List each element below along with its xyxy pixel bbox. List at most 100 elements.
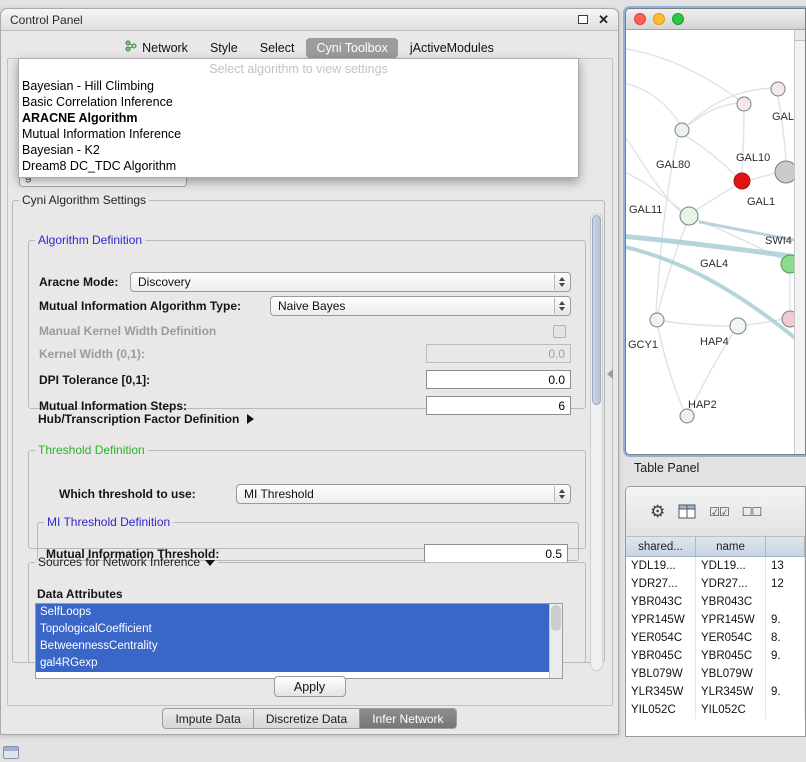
algorithm-option[interactable]: Bayesian - K2 bbox=[19, 142, 578, 158]
table-cell: YER054C bbox=[626, 629, 696, 647]
network-canvas[interactable]: GAL80GAL10GAL11GAL1SWI4GAL4GCY1HAP4HAP2G… bbox=[626, 30, 805, 455]
algorithm-option[interactable]: Mutual Information Inference bbox=[19, 126, 578, 142]
mi-type-select[interactable]: Naive Bayes bbox=[270, 296, 571, 316]
network-node[interactable] bbox=[680, 409, 694, 423]
attribute-item[interactable]: SelfLoops bbox=[36, 604, 549, 621]
network-node[interactable] bbox=[734, 173, 750, 189]
attribute-item[interactable]: gal4RGexp bbox=[36, 655, 549, 672]
aracne-mode-label: Aracne Mode: bbox=[39, 275, 118, 289]
tab-style[interactable]: Style bbox=[200, 38, 248, 58]
gear-icon[interactable]: ⚙ bbox=[650, 503, 665, 520]
algorithm-option[interactable]: Dream8 DC_TDC Algorithm bbox=[19, 158, 578, 174]
table-cell: YLR345W bbox=[696, 683, 766, 701]
close-icon[interactable]: ✕ bbox=[598, 13, 609, 26]
network-view-window: GAL80GAL10GAL11GAL1SWI4GAL4GCY1HAP4HAP2G… bbox=[625, 8, 806, 455]
bottom-tab-bar: Impute DataDiscretize DataInfer Network bbox=[1, 708, 618, 729]
network-node[interactable] bbox=[675, 123, 689, 137]
expand-right-icon bbox=[247, 414, 254, 424]
table-cell: 12 bbox=[766, 575, 805, 593]
column-header-2[interactable] bbox=[766, 537, 805, 556]
hidden-panel-icon[interactable] bbox=[3, 746, 19, 759]
threshold-definition-legend: Threshold Definition bbox=[35, 443, 148, 457]
table-cell bbox=[766, 593, 805, 611]
close-traffic-light[interactable] bbox=[634, 13, 646, 25]
control-panel-window: Control Panel ✕ NetworkStyleSelectCyni T… bbox=[0, 8, 619, 735]
mi-type-value: Naive Bayes bbox=[278, 299, 345, 313]
tab-select[interactable]: Select bbox=[250, 38, 305, 58]
table-row[interactable]: YLR345WYLR345W9. bbox=[626, 683, 805, 701]
table-row[interactable]: YER054CYER054C8. bbox=[626, 629, 805, 647]
attribute-item[interactable]: BetweennessCentrality bbox=[36, 638, 549, 655]
float-window-icon[interactable] bbox=[578, 15, 588, 24]
algorithm-option[interactable]: ARACNE Algorithm bbox=[19, 110, 578, 126]
network-node[interactable] bbox=[730, 318, 746, 334]
network-edge bbox=[750, 173, 775, 180]
tab-network[interactable]: Network bbox=[115, 37, 198, 58]
network-edge bbox=[626, 82, 680, 124]
bottom-tab-infer-network[interactable]: Infer Network bbox=[360, 708, 456, 729]
apply-button[interactable]: Apply bbox=[274, 676, 346, 697]
algorithm-option[interactable]: Bayesian - Hill Climbing bbox=[19, 78, 578, 94]
sources-legend[interactable]: Sources for Network Inference bbox=[35, 555, 218, 569]
aracne-mode-value: Discovery bbox=[138, 275, 191, 289]
control-panel-titlebar: Control Panel ✕ bbox=[1, 9, 618, 31]
network-edge bbox=[626, 48, 738, 99]
table-row[interactable]: YBR043CYBR043C bbox=[626, 593, 805, 611]
network-node[interactable] bbox=[771, 82, 785, 96]
network-node[interactable] bbox=[650, 313, 664, 327]
node-label: GAL10 bbox=[736, 152, 770, 164]
table-row[interactable]: YBL079WYBL079W bbox=[626, 665, 805, 683]
network-graph: GAL80GAL10GAL11GAL1SWI4GAL4GCY1HAP4HAP2G… bbox=[626, 30, 796, 455]
node-label: GAL11 bbox=[629, 204, 662, 216]
node-label: SWI4 bbox=[765, 235, 792, 247]
hub-definition-toggle[interactable]: Hub/Transcription Factor Definition bbox=[38, 412, 254, 426]
table-row[interactable]: YDR27...YDR27...12 bbox=[626, 575, 805, 593]
settings-scrollbar[interactable] bbox=[590, 213, 603, 671]
network-edge bbox=[664, 321, 730, 326]
select-columns-icon[interactable] bbox=[678, 504, 696, 519]
network-scrollbar[interactable] bbox=[794, 30, 805, 455]
minimize-traffic-light[interactable] bbox=[653, 13, 665, 25]
node-label: GAL7 bbox=[772, 111, 796, 123]
table-cell: YBR045C bbox=[626, 647, 696, 665]
table-cell: 13 bbox=[766, 557, 805, 575]
column-header-1[interactable]: name bbox=[696, 537, 766, 556]
network-node[interactable] bbox=[737, 97, 751, 111]
node-label: GAL4 bbox=[700, 258, 728, 270]
bottom-tab-discretize-data[interactable]: Discretize Data bbox=[254, 708, 360, 729]
attribute-list-scrollbar[interactable] bbox=[549, 604, 562, 678]
network-node[interactable] bbox=[775, 161, 796, 183]
algorithm-option[interactable]: Basic Correlation Inference bbox=[19, 94, 578, 110]
hub-definition-label: Hub/Transcription Factor Definition bbox=[38, 412, 239, 426]
settings-scrollbar-thumb[interactable] bbox=[592, 215, 601, 405]
mi-threshold-legend: MI Threshold Definition bbox=[44, 515, 173, 529]
which-threshold-select[interactable]: MI Threshold bbox=[236, 484, 571, 504]
aracne-mode-select[interactable]: Discovery bbox=[130, 272, 571, 292]
table-cell: YER054C bbox=[696, 629, 766, 647]
dpi-tolerance-label: DPI Tolerance [0,1]: bbox=[39, 373, 150, 387]
deselect-all-icon[interactable]: ☐☐ bbox=[742, 505, 762, 519]
table-cell: YIL052C bbox=[626, 701, 696, 719]
dpi-tolerance-input[interactable] bbox=[426, 370, 571, 389]
node-label: HAP4 bbox=[700, 336, 729, 348]
network-node[interactable] bbox=[680, 207, 698, 225]
tab-jactivemodules[interactable]: jActiveModules bbox=[400, 38, 504, 58]
table-row[interactable]: YDL19...YDL19...13 bbox=[626, 557, 805, 575]
table-row[interactable]: YPR145WYPR145W9. bbox=[626, 611, 805, 629]
column-header-0[interactable]: shared... bbox=[626, 537, 696, 556]
table-cell: YIL052C bbox=[696, 701, 766, 719]
zoom-traffic-light[interactable] bbox=[672, 13, 684, 25]
mi-steps-input[interactable] bbox=[426, 396, 571, 415]
node-label: GAL80 bbox=[656, 159, 690, 171]
scrollbar-thumb[interactable] bbox=[551, 605, 561, 631]
select-all-icon[interactable]: ☑☑ bbox=[709, 505, 729, 519]
table-row[interactable]: YBR045CYBR045C9. bbox=[626, 647, 805, 665]
scrollbar-arrow-box[interactable] bbox=[795, 30, 805, 41]
table-row[interactable]: YIL052CYIL052C bbox=[626, 701, 805, 719]
attribute-item[interactable]: TopologicalCoefficient bbox=[36, 621, 549, 638]
panel-collapse-handle[interactable] bbox=[607, 369, 613, 379]
tab-cyni-toolbox[interactable]: Cyni Toolbox bbox=[306, 38, 397, 58]
bottom-tab-impute-data[interactable]: Impute Data bbox=[162, 708, 253, 729]
network-edge bbox=[626, 130, 681, 212]
mi-steps-label: Mutual Information Steps: bbox=[39, 399, 187, 413]
